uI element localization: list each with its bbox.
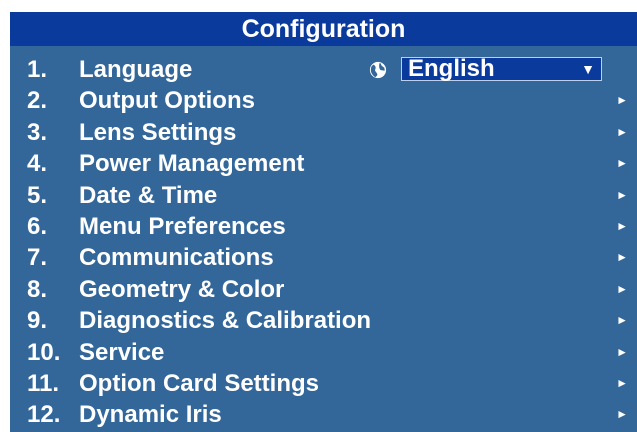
submenu-arrow-icon: ► [616,407,628,422]
menu-list: 1. Language English ▼ 2. Output Options … [10,54,637,431]
menu-item-label: Diagnostics & Calibration [79,307,372,335]
menu-item-number: 10. [27,338,61,366]
menu-item-label: Language [79,56,193,83]
submenu-arrow-icon: ► [616,93,628,108]
submenu-arrow-icon: ► [616,313,628,328]
menu-item-lens-settings[interactable]: 3. Lens Settings ► [10,117,637,148]
language-dropdown[interactable]: English ▼ [401,57,602,81]
menu-item-date-time[interactable]: 5. Date & Time ► [10,180,637,211]
menu-item-label: Dynamic Iris [79,401,222,429]
globe-icon [369,61,387,79]
menu-item-number: 6. [27,212,48,240]
menu-item-service[interactable]: 10. Service ► [10,337,637,368]
menu-item-number: 7. [27,244,48,272]
menu-item-label: Communications [79,244,274,272]
menu-item-number: 9. [27,307,48,335]
menu-item-label: Menu Preferences [79,212,286,240]
submenu-arrow-icon: ► [616,375,628,390]
menu-item-label: Date & Time [79,181,218,209]
submenu-arrow-icon: ► [616,156,628,171]
menu-item-number: 11. [27,369,60,397]
chevron-down-icon[interactable]: ▼ [581,58,595,80]
menu-item-number: 5. [27,181,48,209]
menu-item-label: Service [79,338,165,366]
menu-item-menu-preferences[interactable]: 6. Menu Preferences ► [10,211,637,242]
submenu-arrow-icon: ► [616,218,628,233]
submenu-arrow-icon: ► [616,281,628,296]
menu-item-number: 8. [27,275,48,303]
menu-item-communications[interactable]: 7. Communications ► [10,242,637,273]
menu-item-label: Geometry & Color [79,275,285,303]
menu-item-geometry-color[interactable]: 8. Geometry & Color ► [10,274,637,305]
language-dropdown-value: English [408,55,495,82]
menu-item-label: Output Options [79,87,255,115]
menu-item-option-card-settings[interactable]: 11. Option Card Settings ► [10,368,637,399]
submenu-arrow-icon: ► [616,250,628,265]
menu-item-power-management[interactable]: 4. Power Management ► [10,148,637,179]
menu-item-diagnostics-calibration[interactable]: 9. Diagnostics & Calibration ► [10,305,637,336]
submenu-arrow-icon: ► [616,124,628,139]
menu-item-output-options[interactable]: 2. Output Options ► [10,85,637,116]
menu-title: Configuration [10,12,637,46]
submenu-arrow-icon: ► [616,187,628,202]
menu-item-dynamic-iris[interactable]: 12. Dynamic Iris ► [10,399,637,430]
menu-item-number: 1. [27,56,48,83]
configuration-menu-panel: Configuration 1. Language English ▼ 2. O… [10,12,637,432]
menu-item-number: 3. [27,118,48,146]
menu-item-language[interactable]: 1. Language English ▼ [10,54,637,85]
menu-item-label: Option Card Settings [79,369,319,397]
menu-item-label: Lens Settings [79,118,237,146]
submenu-arrow-icon: ► [616,344,628,359]
menu-item-number: 12. [27,401,61,429]
menu-item-number: 2. [27,87,48,115]
menu-item-number: 4. [27,150,48,178]
menu-item-label: Power Management [79,150,305,178]
